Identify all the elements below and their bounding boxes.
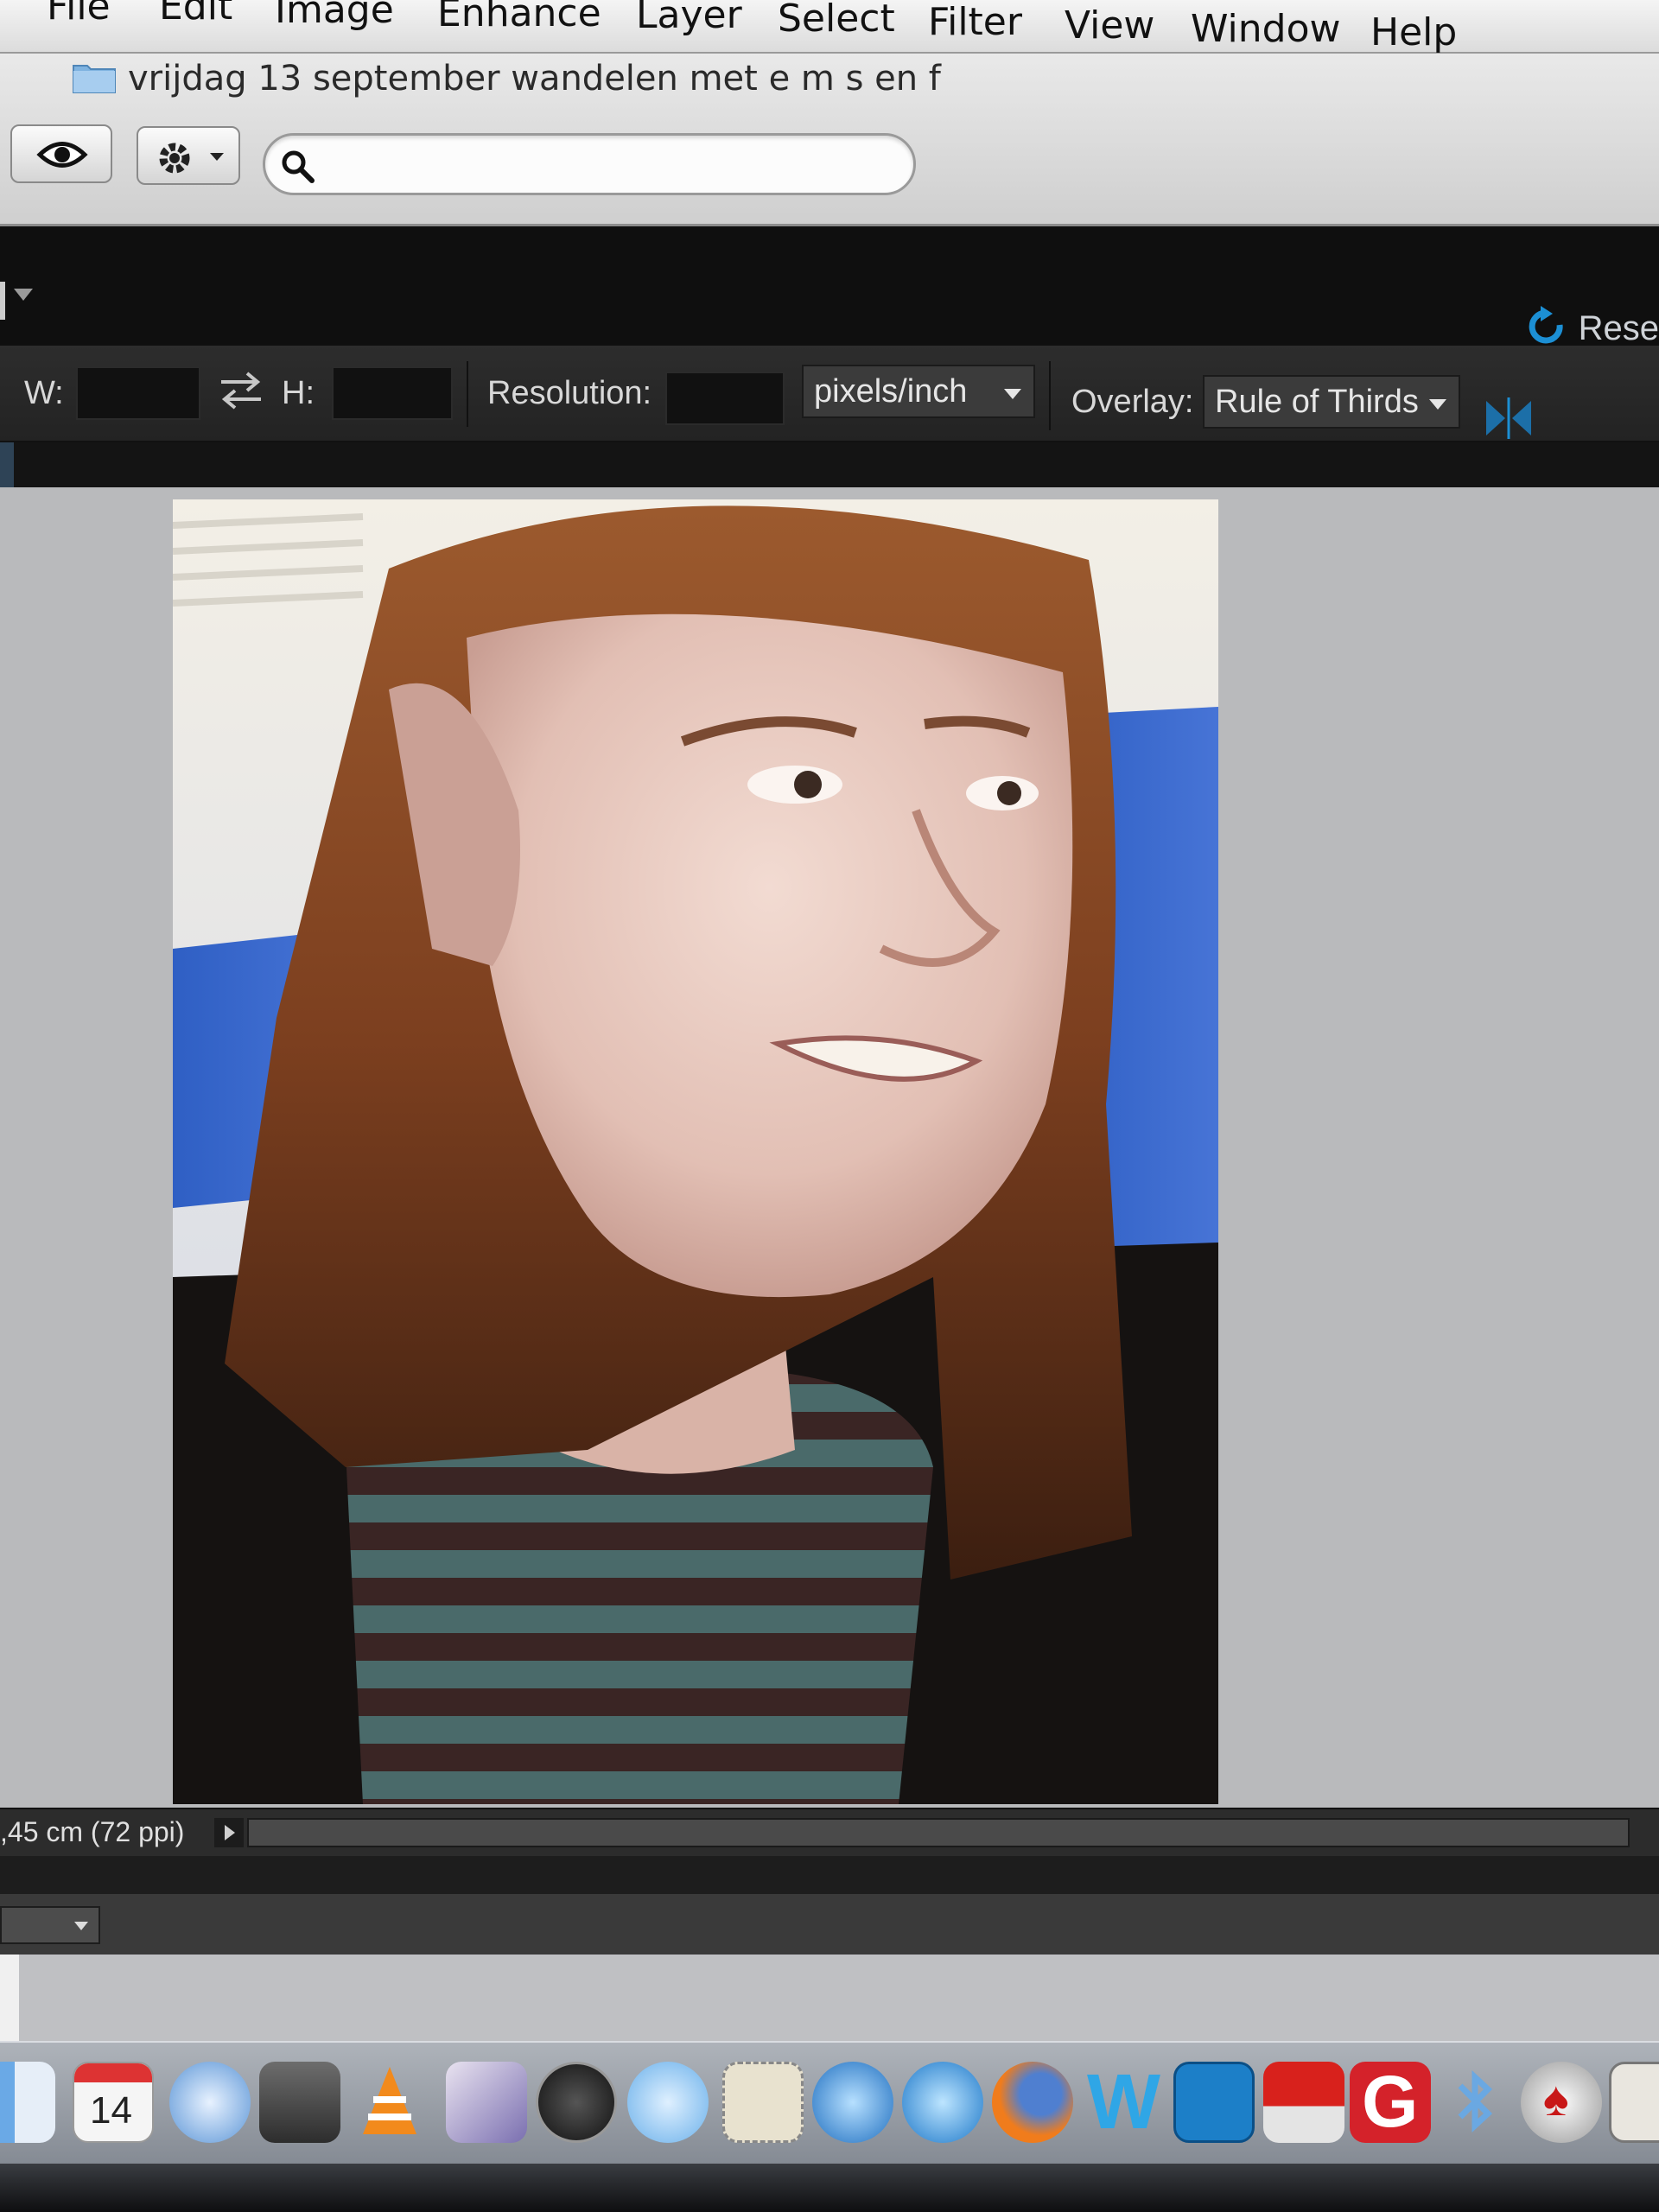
menu-select[interactable]: Select xyxy=(778,0,895,41)
resolution-label: Resolution: xyxy=(487,375,652,411)
ichat-icon[interactable] xyxy=(627,2062,709,2143)
vlc-icon[interactable] xyxy=(349,2062,430,2143)
flip-crop-icon[interactable] xyxy=(1483,396,1535,441)
search-input[interactable] xyxy=(326,143,896,186)
preview-button[interactable] xyxy=(10,124,112,183)
document-size-text: ,45 cm (72 ppi) xyxy=(0,1816,185,1847)
dock: 14 W G ♠ xyxy=(0,2041,1659,2164)
safari-icon[interactable] xyxy=(169,2062,251,2143)
preview-icon[interactable] xyxy=(259,2062,340,2143)
chevron-down-icon xyxy=(1004,389,1021,399)
calendar-header xyxy=(74,2063,152,2082)
panel-edge xyxy=(0,442,14,487)
folder-icon xyxy=(73,65,116,93)
menu-window[interactable]: Window xyxy=(1191,7,1341,51)
vlc-cone-icon xyxy=(363,2067,416,2134)
height-label: H: xyxy=(282,375,315,411)
options-divider-strip xyxy=(0,442,1659,487)
firefox-icon[interactable] xyxy=(992,2062,1073,2143)
chevron-down-icon xyxy=(1429,399,1446,410)
photos-icon[interactable] xyxy=(1609,2062,1659,2143)
iris-left xyxy=(794,771,822,798)
itunes-icon[interactable] xyxy=(902,2062,983,2143)
word-icon[interactable]: W xyxy=(1082,2059,1163,2145)
overlay-select[interactable]: Rule of Thirds xyxy=(1203,375,1460,429)
resolution-unit-select[interactable]: pixels/inch xyxy=(802,365,1035,418)
panel-divider xyxy=(0,1856,1659,1894)
overlay-label: Overlay: xyxy=(1071,384,1194,420)
swap-icon[interactable] xyxy=(218,370,264,410)
overlay-value: Rule of Thirds xyxy=(1215,384,1419,420)
photo-bin-select[interactable] xyxy=(0,1906,100,1944)
dock-shelf xyxy=(0,2164,1659,2212)
divider xyxy=(1049,361,1051,430)
status-bar: ,45 cm (72 ppi) xyxy=(0,1808,1659,1856)
menu-edit[interactable]: Edit xyxy=(159,0,232,29)
browser-toolbar: vrijdag 13 september wandelen met e m s … xyxy=(0,54,1659,226)
height-field[interactable] xyxy=(332,366,453,420)
calendar-icon[interactable]: 14 xyxy=(73,2062,154,2143)
spade-icon: ♠ xyxy=(1543,2071,1569,2126)
search-box[interactable] xyxy=(263,133,916,195)
reset-icon xyxy=(1529,306,1563,344)
calendar-day: 14 xyxy=(90,2089,132,2132)
action-menu-button[interactable] xyxy=(137,126,240,185)
width-field[interactable] xyxy=(76,366,200,420)
canvas-area[interactable] xyxy=(0,487,1659,1808)
horizontal-scrollbar[interactable] xyxy=(247,1818,1630,1847)
width-label: W: xyxy=(24,375,64,411)
search-icon xyxy=(282,150,315,183)
menu-file[interactable]: File xyxy=(47,0,111,29)
resolution-field[interactable] xyxy=(665,372,785,425)
resolution-unit-value: pixels/inch xyxy=(814,373,968,410)
pen-app-icon[interactable] xyxy=(446,2062,527,2143)
menu-filter[interactable]: Filter xyxy=(928,0,1022,44)
mail-stamp-icon[interactable] xyxy=(722,2062,804,2143)
editor-header: Rese xyxy=(0,226,1659,347)
photo-bin-area[interactable] xyxy=(0,1955,1659,2041)
google-icon[interactable]: G xyxy=(1350,2061,1431,2143)
tool-options-bar: W: H: Resolution: pixels/inch Overlay: R… xyxy=(0,346,1659,442)
chevron-down-icon xyxy=(210,153,224,161)
photo-booth-icon[interactable] xyxy=(1263,2062,1344,2143)
photo-canvas[interactable] xyxy=(173,499,1218,1804)
bluetooth-icon[interactable] xyxy=(1434,2062,1516,2143)
solitaire-icon[interactable]: ♠ xyxy=(1521,2062,1602,2143)
menu-help[interactable]: Help xyxy=(1370,10,1457,54)
dashboard-icon[interactable] xyxy=(536,2062,617,2143)
iris-right xyxy=(997,781,1021,805)
folder-title: vrijdag 13 september wandelen met e m s … xyxy=(128,59,941,99)
menu-layer[interactable]: Layer xyxy=(636,0,742,37)
reset-label: Rese xyxy=(1578,308,1659,347)
gear-icon xyxy=(159,143,190,174)
menu-view[interactable]: View xyxy=(1065,3,1154,48)
iphoto-icon[interactable] xyxy=(1173,2062,1255,2143)
word-letter: W xyxy=(1087,2059,1160,2145)
thumbnail-edge xyxy=(0,1955,19,2041)
google-earth-icon[interactable] xyxy=(812,2062,893,2143)
google-letter: G xyxy=(1362,2061,1419,2142)
status-menu-arrow[interactable] xyxy=(214,1818,244,1847)
divider xyxy=(467,361,468,427)
photo-bin-toolbar xyxy=(0,1894,1659,1955)
menu-bar: File Edit Image Enhance Layer Select Fil… xyxy=(0,0,1659,54)
finder-icon[interactable] xyxy=(0,2062,55,2143)
menu-enhance[interactable]: Enhance xyxy=(437,0,601,35)
menu-image[interactable]: Image xyxy=(275,0,394,32)
bluetooth-symbol-icon xyxy=(1458,2069,1493,2133)
panel-edge xyxy=(0,282,5,320)
dropdown-arrow-icon[interactable] xyxy=(12,287,35,302)
eye-icon xyxy=(36,142,88,168)
